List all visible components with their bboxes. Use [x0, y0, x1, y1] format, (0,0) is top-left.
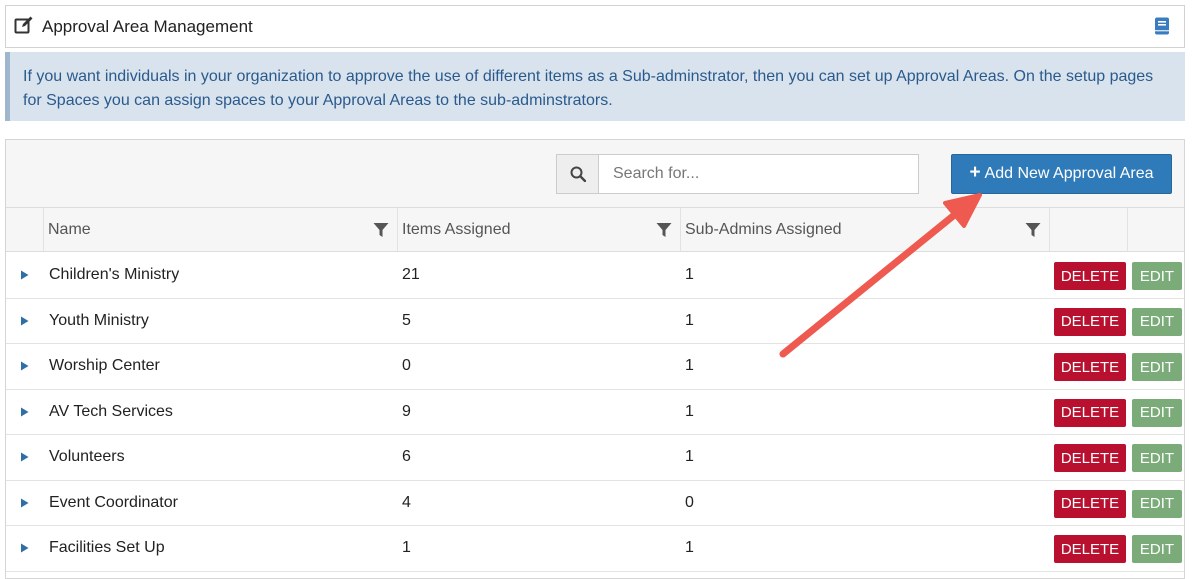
column-header-items-assigned[interactable]: Items Assigned	[398, 208, 681, 252]
delete-button[interactable]: DELETE	[1054, 444, 1126, 472]
caret-right-icon	[21, 270, 29, 280]
cell-name: Volunteers	[49, 448, 125, 466]
delete-button[interactable]: DELETE	[1054, 489, 1126, 518]
edit-column-header	[1128, 208, 1184, 252]
row-expander[interactable]	[20, 435, 30, 480]
caret-right-icon	[21, 316, 29, 326]
table-row: Worship Center 0 1 DELETE EDIT	[6, 344, 1184, 390]
edit-button[interactable]: EDIT	[1132, 444, 1182, 472]
table-row: Facilities Set Up 1 1 DELETE EDIT	[6, 526, 1184, 572]
cell-name: Worship Center	[49, 357, 160, 375]
delete-button[interactable]: DELETE	[1054, 262, 1126, 290]
filter-icon[interactable]	[656, 222, 672, 238]
row-expander[interactable]	[20, 481, 30, 526]
caret-right-icon	[21, 498, 29, 508]
cell-name: Youth Ministry	[49, 311, 149, 329]
row-expander[interactable]	[20, 299, 30, 344]
row-expander[interactable]	[20, 253, 30, 298]
caret-right-icon	[21, 452, 29, 462]
column-header-label: Sub-Admins Assigned	[685, 220, 842, 238]
edit-button[interactable]: EDIT	[1132, 262, 1182, 290]
book-icon[interactable]	[1154, 17, 1170, 35]
table-row: Children's Ministry 21 1 DELETE EDIT	[6, 253, 1184, 299]
cell-items-assigned: 21	[402, 266, 420, 284]
cell-sub-admins-assigned: 1	[685, 539, 694, 557]
cell-sub-admins-assigned: 1	[685, 357, 694, 375]
caret-right-icon	[21, 361, 29, 371]
cell-name: Facilities Set Up	[49, 539, 165, 557]
search-button[interactable]	[557, 155, 599, 193]
cell-name: AV Tech Services	[49, 402, 173, 420]
cell-sub-admins-assigned: 1	[685, 402, 694, 420]
cell-items-assigned: 9	[402, 402, 411, 420]
edit-button[interactable]: EDIT	[1132, 307, 1182, 336]
cell-sub-admins-assigned: 1	[685, 311, 694, 329]
search-input[interactable]	[599, 155, 918, 193]
column-header-name[interactable]: Name	[44, 208, 398, 252]
grid-toolbar: + Add New Approval Area	[6, 140, 1184, 208]
column-header-label: Items Assigned	[402, 220, 511, 238]
row-expander[interactable]	[20, 344, 30, 389]
cell-items-assigned: 0	[402, 357, 411, 375]
delete-button[interactable]: DELETE	[1054, 398, 1126, 427]
delete-button[interactable]: DELETE	[1054, 535, 1126, 563]
approval-areas-grid: + Add New Approval Area Name Items Assig…	[5, 139, 1185, 579]
search-icon	[570, 166, 586, 182]
caret-right-icon	[21, 543, 29, 553]
page-title: Approval Area Management	[42, 16, 253, 36]
cell-items-assigned: 6	[402, 448, 411, 466]
cell-items-assigned: 1	[402, 539, 411, 557]
cell-name: Event Coordinator	[49, 493, 178, 511]
cell-sub-admins-assigned: 1	[685, 266, 694, 284]
edit-button[interactable]: EDIT	[1132, 489, 1182, 518]
plus-icon: +	[969, 162, 981, 183]
table-row: Volunteers 6 1 DELETE EDIT	[6, 435, 1184, 481]
table-row: Event Coordinator 4 0 DELETE EDIT	[6, 481, 1184, 526]
filter-icon[interactable]	[1025, 222, 1041, 238]
add-button-label: Add New Approval Area	[984, 165, 1154, 182]
column-header-label: Name	[48, 220, 91, 238]
delete-button[interactable]: DELETE	[1054, 307, 1126, 336]
search-box	[556, 154, 919, 194]
cell-items-assigned: 5	[402, 311, 411, 329]
add-approval-area-button[interactable]: + Add New Approval Area	[951, 154, 1172, 194]
table-row: AV Tech Services 9 1 DELETE EDIT	[6, 390, 1184, 435]
cell-name: Children's Ministry	[49, 266, 180, 284]
page-header: Approval Area Management	[5, 5, 1185, 48]
expander-column-header	[6, 208, 44, 252]
row-expander[interactable]	[20, 390, 30, 435]
edit-square-icon	[14, 16, 33, 33]
filter-icon[interactable]	[373, 222, 389, 238]
info-message: If you want individuals in your organiza…	[5, 52, 1185, 121]
delete-button[interactable]: DELETE	[1054, 353, 1126, 381]
edit-button[interactable]: EDIT	[1132, 398, 1182, 427]
caret-right-icon	[21, 407, 29, 417]
column-header-sub-admins-assigned[interactable]: Sub-Admins Assigned	[681, 208, 1050, 252]
table-row: Youth Ministry 5 1 DELETE EDIT	[6, 299, 1184, 344]
cell-sub-admins-assigned: 1	[685, 448, 694, 466]
cell-items-assigned: 4	[402, 493, 411, 511]
edit-button[interactable]: EDIT	[1132, 535, 1182, 563]
row-expander[interactable]	[20, 526, 30, 571]
cell-sub-admins-assigned: 0	[685, 493, 694, 511]
delete-column-header	[1050, 208, 1128, 252]
edit-button[interactable]: EDIT	[1132, 353, 1182, 381]
